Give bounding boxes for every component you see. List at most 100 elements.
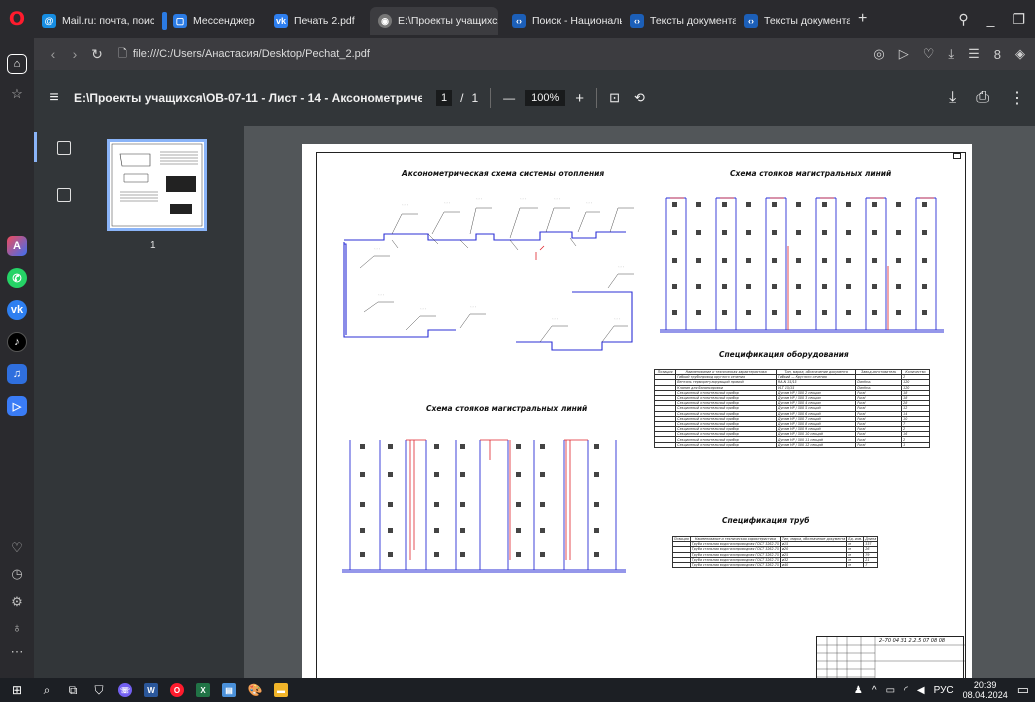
aria-icon[interactable]: A: [7, 236, 27, 256]
restore-button[interactable]: ❐: [1012, 11, 1025, 28]
chevron-up-icon[interactable]: ^: [872, 685, 877, 696]
zoom-input[interactable]: 100%: [525, 90, 566, 106]
tab-search-national[interactable]: ‹› Поиск - Национальный ф: [498, 7, 622, 35]
page-input[interactable]: 1: [436, 90, 453, 106]
search-icon[interactable]: ⌕: [34, 678, 60, 702]
excel-icon[interactable]: X: [190, 678, 216, 702]
tab-pechat-pdf[interactable]: vk Печать 2.pdf: [266, 7, 370, 35]
table-cell: Дунам НР / 500 12 секций: [775, 441, 857, 448]
outline-icon[interactable]: [57, 188, 71, 202]
menu-icon[interactable]: ≡: [34, 89, 74, 107]
print-icon[interactable]: ⎙: [976, 89, 989, 107]
pdf-page: Аксонометрическая схема системы отоплени…: [302, 144, 972, 678]
pipes-spec-table: Позиция Наименование и техническая характ…: [672, 535, 879, 569]
back-button[interactable]: ‹: [42, 46, 64, 62]
network-icon[interactable]: ▭: [886, 685, 895, 696]
heart-sidebar-icon[interactable]: ♡: [8, 540, 26, 558]
opera-taskbar-icon[interactable]: O: [164, 678, 190, 702]
rotate-icon[interactable]: ⟲: [634, 90, 645, 106]
axo-riser-annotations: ◦ ◦ ◦ ◦ ◦ ◦ ◦ ◦ ◦ ◦ ◦ ◦ ◦ ◦ ◦ ◦ ◦ ◦ ◦ ◦ ◦ ◦ ◦…: [374, 198, 625, 321]
thumbnail-pane: 1: [34, 126, 244, 678]
download-pdf-icon[interactable]: ⤓: [949, 89, 956, 107]
thumbnails-icon[interactable]: [57, 141, 71, 155]
notifications-icon[interactable]: ▭: [1017, 682, 1029, 698]
new-tab-button[interactable]: +: [858, 10, 867, 28]
pdf-viewer[interactable]: Аксонометрическая схема системы отоплени…: [244, 126, 1035, 678]
clock-time: 20:39: [973, 680, 997, 690]
svg-text:◦ ◦ ◦: ◦ ◦ ◦: [470, 306, 477, 309]
task-view-icon[interactable]: ⧉: [60, 678, 86, 702]
zoom-out-button[interactable]: —: [503, 91, 515, 105]
tips-icon[interactable]: ♁: [8, 620, 26, 638]
axonometric-scheme: ◦ ◦ ◦ ◦ ◦ ◦ ◦ ◦ ◦ ◦ ◦ ◦ ◦ ◦ ◦ ◦ ◦ ◦ ◦ ◦ ◦ ◦ ◦…: [343, 198, 634, 351]
history-icon[interactable]: ◷: [8, 566, 26, 584]
table-row: Труба стальная водогазопроводная ГОСТ 32…: [672, 561, 879, 569]
table-cell: [672, 561, 691, 569]
tab-messenger[interactable]: ▢ Мессенджер: [154, 7, 266, 35]
opera-logo[interactable]: O: [0, 0, 34, 38]
table-cell: Труба стальная водогазопроводная ГОСТ 32…: [689, 556, 782, 563]
download-icon[interactable]: ⤓: [948, 46, 954, 62]
divider: [596, 88, 598, 108]
vk-sidebar-icon[interactable]: vk: [7, 300, 27, 320]
svg-text:◦ ◦ ◦: ◦ ◦ ◦: [476, 198, 483, 201]
cube-icon[interactable]: ◈: [1015, 46, 1025, 62]
whatsapp-icon[interactable]: ✆: [7, 268, 27, 288]
word-icon[interactable]: W: [138, 678, 164, 702]
axonometric-title: Аксонометрическая схема системы отоплени…: [402, 169, 605, 178]
url-field[interactable]: 🗋 file:///C:/Users/Анастасия/Desktop/Pec…: [118, 45, 370, 64]
language-indicator[interactable]: РУС: [934, 685, 954, 696]
player-icon[interactable]: ▷: [7, 396, 27, 416]
folder-icon[interactable]: ▬: [268, 678, 294, 702]
globe-icon: ◉: [378, 14, 392, 28]
paint-icon[interactable]: 🎨: [242, 678, 268, 702]
table-header-cell: Наименование и техническая характеристик…: [689, 535, 782, 543]
viber-icon[interactable]: ☏: [112, 678, 138, 702]
address-bar: ‹ › ↻ 🗋 file:///C:/Users/Анастасия/Deskt…: [34, 38, 1035, 70]
people-icon[interactable]: ♟: [854, 685, 863, 696]
settings-icon[interactable]: ⚙: [8, 594, 26, 612]
table-header-cell: Количество: [901, 368, 930, 376]
svg-text:◦ ◦ ◦: ◦ ◦ ◦: [552, 318, 559, 321]
music-icon[interactable]: ♫: [7, 364, 27, 384]
messenger-icon: ▢: [173, 14, 187, 28]
shield-icon[interactable]: ⛉: [86, 678, 112, 702]
clock[interactable]: 20:39 08.04.2024: [963, 680, 1008, 700]
table-cell: Труба стальная водогазопроводная ГОСТ 32…: [689, 546, 782, 553]
sheet-number-box: [953, 153, 961, 159]
profile-icon[interactable]: 8: [994, 47, 1001, 62]
zoom-in-button[interactable]: +: [575, 90, 584, 107]
tab-title: Тексты документа СП 2.0: [764, 15, 850, 27]
send-icon[interactable]: ▷: [899, 46, 909, 62]
svg-text:◦ ◦ ◦: ◦ ◦ ◦: [402, 204, 409, 207]
heart-icon[interactable]: ♡: [923, 46, 935, 62]
forward-button[interactable]: ›: [64, 46, 86, 62]
tab-mailru[interactable]: @ Mail.ru: почта, поиск, нов: [34, 7, 154, 35]
page-thumbnail[interactable]: [107, 139, 207, 231]
reload-button[interactable]: ↻: [86, 46, 108, 63]
home-icon[interactable]: ⌂: [7, 54, 27, 74]
tab-active-pdf[interactable]: ◉ E:\Проекты учащихся\ОВ: [370, 7, 498, 35]
tab-sp[interactable]: ‹› Тексты документа СП 2.0: [736, 7, 850, 35]
volume-icon[interactable]: ◀: [917, 685, 925, 696]
tiktok-icon[interactable]: ♪: [7, 332, 27, 352]
more-icon[interactable]: ⋯: [8, 644, 26, 662]
camera-icon[interactable]: ◎: [873, 46, 884, 62]
tab-title: Поиск - Национальный ф: [532, 15, 622, 27]
notepad-icon[interactable]: ▤: [216, 678, 242, 702]
star-icon[interactable]: ☆: [8, 86, 26, 104]
table-header-cell: Ед. изм.: [846, 535, 865, 543]
start-icon[interactable]: ⊞: [0, 678, 34, 702]
fit-page-icon[interactable]: ⊡: [609, 90, 620, 106]
wifi-icon[interactable]: ◜: [904, 685, 908, 696]
risers-bottom-title: Схема стояков магистральных линий: [426, 404, 588, 413]
search-tabs-icon[interactable]: ⚲: [958, 11, 968, 28]
minimize-button[interactable]: _: [987, 11, 995, 27]
tab-tkp[interactable]: ‹› Тексты документа ТКП 45: [622, 7, 736, 35]
table-header-cell: Длина: [863, 535, 879, 543]
more-options-icon[interactable]: ⋮: [1009, 88, 1025, 108]
pdf-title: E:\Проекты учащихся\ОВ-07-11 - Лист - 14…: [74, 91, 422, 105]
table-header-cell: Тип, марка, обозначение документа: [775, 368, 857, 376]
mailru-icon: @: [42, 14, 56, 28]
easy-setup-icon[interactable]: ☰: [968, 46, 980, 62]
